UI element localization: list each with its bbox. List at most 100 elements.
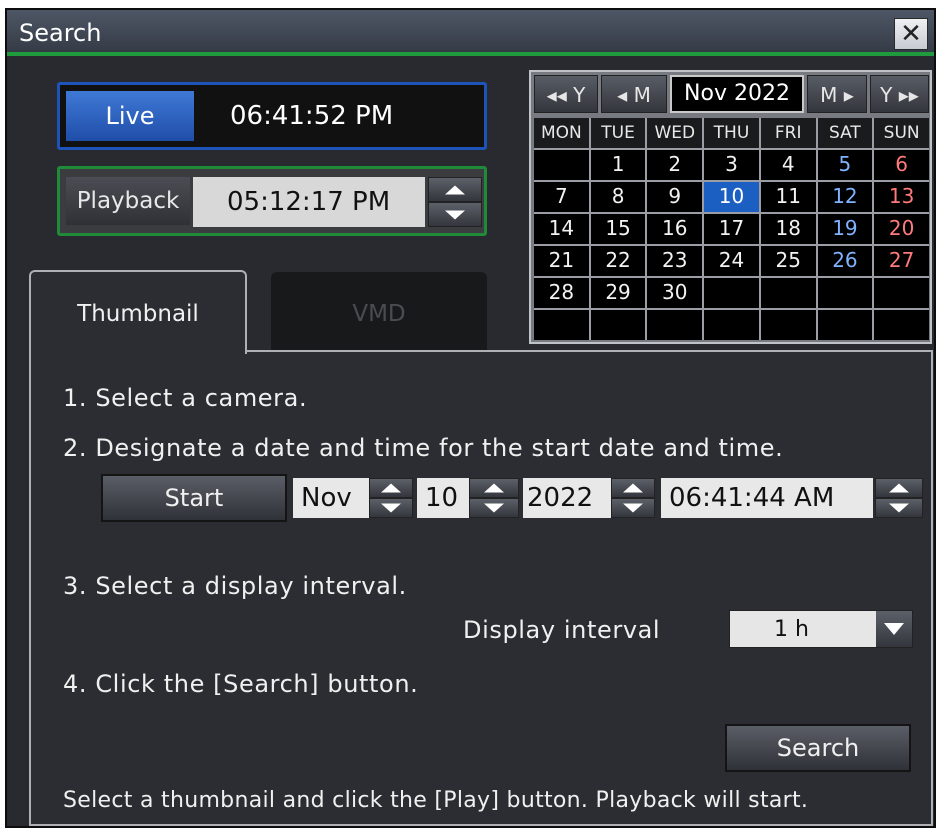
- title-bar: Search ✕: [7, 10, 934, 56]
- calendar-day[interactable]: 26: [817, 246, 873, 276]
- start-day-stepper[interactable]: [469, 478, 519, 518]
- live-time: 06:41:52 PM: [230, 101, 394, 131]
- weekday-header: FRI: [760, 118, 816, 148]
- calendar-day[interactable]: 14: [534, 214, 589, 244]
- prev-year-button[interactable]: ◂◂ Y: [534, 75, 598, 113]
- start-month-field[interactable]: Nov: [293, 478, 369, 518]
- live-panel: Live 06:41:52 PM: [57, 82, 487, 150]
- down-arrow-icon[interactable]: [469, 498, 519, 518]
- down-arrow-icon[interactable]: [875, 498, 923, 518]
- live-button[interactable]: Live: [66, 91, 194, 141]
- playback-time-field[interactable]: 05:12:17 PM: [193, 177, 425, 227]
- weekday-header: SUN: [874, 118, 929, 148]
- calendar-day[interactable]: 1: [590, 150, 646, 180]
- calendar-empty-cell: [874, 278, 929, 308]
- calendar-day[interactable]: 9: [647, 182, 703, 212]
- weekday-header: WED: [647, 118, 703, 148]
- calendar-day[interactable]: 18: [760, 214, 816, 244]
- calendar-day[interactable]: 12: [817, 182, 873, 212]
- start-month-stepper[interactable]: [369, 478, 413, 518]
- calendar-empty-cell: [760, 278, 816, 308]
- calendar-day[interactable]: 15: [590, 214, 646, 244]
- down-arrow-icon[interactable]: [428, 202, 482, 227]
- calendar-empty-cell: [817, 310, 873, 340]
- up-arrow-icon[interactable]: [611, 478, 655, 498]
- step-1-text: 1. Select a camera.: [63, 384, 308, 412]
- calendar-empty-cell: [704, 310, 759, 340]
- weekday-header: SAT: [817, 118, 873, 148]
- calendar-empty-cell: [704, 278, 759, 308]
- calendar-day[interactable]: 16: [647, 214, 703, 244]
- start-year-field[interactable]: 2022: [523, 478, 611, 518]
- calendar-day[interactable]: 17: [704, 214, 759, 244]
- footer-instruction: Select a thumbnail and click the [Play] …: [63, 788, 809, 813]
- playback-panel: Playback 05:12:17 PM: [57, 166, 487, 236]
- calendar-month-label: Nov 2022: [670, 75, 804, 113]
- calendar: ◂◂ Y ◂ M Nov 2022 M ▸ Y ▸▸ MON TUE WED T…: [529, 70, 932, 344]
- down-arrow-icon[interactable]: [369, 498, 413, 518]
- chevron-down-icon[interactable]: [876, 611, 912, 647]
- calendar-day[interactable]: 7: [534, 182, 589, 212]
- calendar-day[interactable]: 22: [590, 246, 646, 276]
- search-button[interactable]: Search: [725, 724, 911, 772]
- start-time-field[interactable]: 06:41:44 AM: [661, 478, 873, 518]
- calendar-day[interactable]: 6: [874, 150, 929, 180]
- calendar-day[interactable]: 13: [874, 182, 929, 212]
- display-interval-select[interactable]: 1 h: [729, 610, 913, 648]
- calendar-day[interactable]: 24: [704, 246, 759, 276]
- step-3-text: 3. Select a display interval.: [63, 572, 407, 600]
- next-month-button[interactable]: M ▸: [807, 75, 867, 113]
- calendar-day[interactable]: 30: [647, 278, 703, 308]
- calendar-nav: ◂◂ Y ◂ M Nov 2022 M ▸ Y ▸▸: [534, 75, 929, 115]
- calendar-day[interactable]: 21: [534, 246, 589, 276]
- playback-time-stepper[interactable]: [428, 177, 482, 227]
- calendar-empty-cell: [760, 310, 816, 340]
- calendar-empty-cell: [534, 310, 589, 340]
- weekday-header: MON: [534, 118, 589, 148]
- up-arrow-icon[interactable]: [875, 478, 923, 498]
- calendar-day[interactable]: 10: [704, 182, 759, 212]
- calendar-day[interactable]: 5: [817, 150, 873, 180]
- window-title: Search: [19, 19, 102, 47]
- calendar-day[interactable]: 23: [647, 246, 703, 276]
- calendar-day[interactable]: 28: [534, 278, 589, 308]
- start-year-stepper[interactable]: [611, 478, 655, 518]
- prev-month-button[interactable]: ◂ M: [601, 75, 667, 113]
- step-4-text: 4. Click the [Search] button.: [63, 670, 419, 698]
- up-arrow-icon[interactable]: [469, 478, 519, 498]
- tab-thumbnail[interactable]: Thumbnail: [29, 270, 247, 354]
- calendar-day[interactable]: 3: [704, 150, 759, 180]
- tab-vmd[interactable]: VMD: [271, 272, 487, 352]
- display-interval-label: Display interval: [463, 616, 661, 644]
- calendar-day[interactable]: 27: [874, 246, 929, 276]
- calendar-day[interactable]: 20: [874, 214, 929, 244]
- next-year-button[interactable]: Y ▸▸: [870, 75, 929, 113]
- calendar-empty-cell: [817, 278, 873, 308]
- calendar-day[interactable]: 29: [590, 278, 646, 308]
- calendar-empty-cell: [534, 150, 589, 180]
- calendar-day[interactable]: 11: [760, 182, 816, 212]
- calendar-day[interactable]: 2: [647, 150, 703, 180]
- calendar-day[interactable]: 4: [760, 150, 816, 180]
- weekday-header: TUE: [590, 118, 646, 148]
- calendar-day[interactable]: 8: [590, 182, 646, 212]
- calendar-day[interactable]: 25: [760, 246, 816, 276]
- display-interval-value: 1 h: [774, 617, 809, 642]
- calendar-grid: MON TUE WED THU FRI SAT SUN 1 2 3 4 5 6 7 8 9 10 1…: [534, 118, 929, 340]
- thumbnail-panel: 1. Select a camera. 2. Designate a date …: [29, 350, 933, 826]
- up-arrow-icon[interactable]: [369, 478, 413, 498]
- calendar-empty-cell: [874, 310, 929, 340]
- step-2-text: 2. Designate a date and time for the sta…: [63, 434, 784, 462]
- search-window: Search ✕ Live 06:41:52 PM Playback 05:12…: [5, 8, 936, 828]
- start-button[interactable]: Start: [101, 474, 287, 522]
- playback-button[interactable]: Playback: [66, 177, 190, 225]
- start-day-field[interactable]: 10: [417, 478, 469, 518]
- calendar-empty-cell: [590, 310, 646, 340]
- up-arrow-icon[interactable]: [428, 177, 482, 202]
- close-button[interactable]: ✕: [894, 18, 928, 50]
- down-arrow-icon[interactable]: [611, 498, 655, 518]
- calendar-empty-cell: [647, 310, 703, 340]
- start-time-stepper[interactable]: [875, 478, 923, 518]
- calendar-day[interactable]: 19: [817, 214, 873, 244]
- weekday-header: THU: [704, 118, 759, 148]
